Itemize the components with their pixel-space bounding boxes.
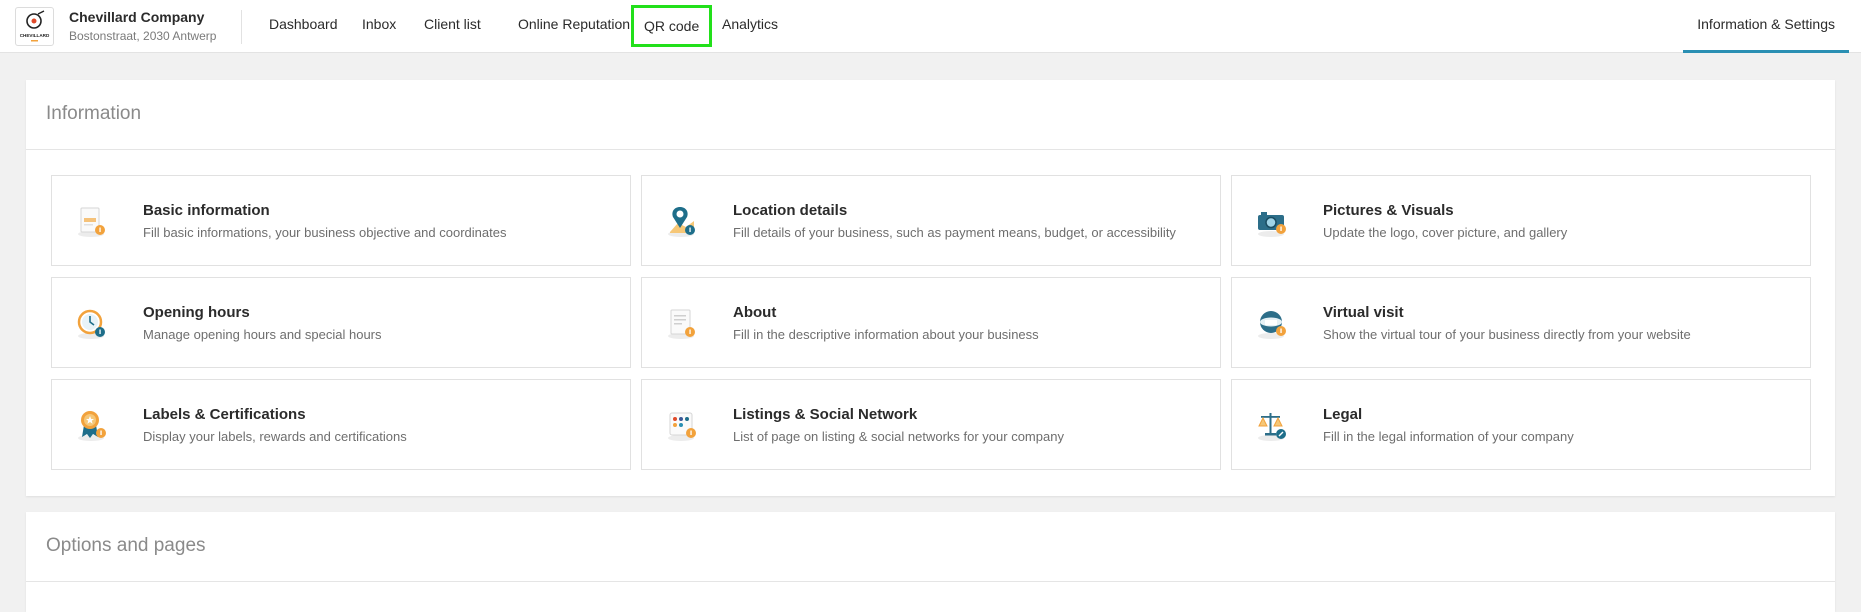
tab-information-settings-label: Information & Settings	[1697, 16, 1835, 32]
scales-icon	[1254, 407, 1290, 443]
company-switcher[interactable]: Chevillard Company Bostonstraat, 2030 An…	[69, 9, 239, 43]
social-listing-icon	[664, 407, 700, 443]
information-title: Information	[46, 103, 142, 124]
card-title: Basic information	[143, 202, 270, 219]
card-basic-information[interactable]: Basic information Fill basic information…	[51, 175, 631, 266]
nav-analytics[interactable]: Analytics	[707, 0, 793, 49]
header-divider	[241, 10, 242, 44]
card-title: About	[733, 304, 777, 321]
logo-target-icon: CHEVILLARD	[20, 10, 50, 42]
card-description: Fill in the legal information of your co…	[1323, 429, 1574, 444]
svg-text:CHEVILLARD: CHEVILLARD	[20, 33, 50, 38]
card-title: Pictures & Visuals	[1323, 202, 1454, 219]
card-title: Location details	[733, 202, 848, 219]
card-legal[interactable]: Legal Fill in the legal information of y…	[1231, 379, 1811, 470]
camera-icon	[1254, 203, 1290, 239]
top-navigation-bar: CHEVILLARD Chevillard Company Bostonstra…	[0, 0, 1861, 53]
card-labels-certifications[interactable]: Labels & Certifications Display your lab…	[51, 379, 631, 470]
nav-dashboard[interactable]: Dashboard	[254, 0, 353, 49]
card-title: Opening hours	[143, 304, 250, 321]
card-description: Fill in the descriptive information abou…	[733, 327, 1039, 342]
company-address: Bostonstraat, 2030 Antwerp	[69, 29, 217, 43]
document-text-icon	[664, 305, 700, 341]
card-title: Legal	[1323, 406, 1363, 423]
clock-icon	[74, 305, 110, 341]
award-badge-icon	[74, 407, 110, 443]
card-description: Fill basic informations, your business o…	[143, 225, 507, 240]
card-title: Labels & Certifications	[143, 406, 306, 423]
tab-information-settings[interactable]: Information & Settings	[1683, 0, 1849, 53]
card-virtual-visit[interactable]: Virtual visit Show the virtual tour of y…	[1231, 277, 1811, 368]
card-about[interactable]: About Fill in the descriptive informatio…	[641, 277, 1221, 368]
card-description: Fill details of your business, such as p…	[733, 225, 1176, 240]
company-name: Chevillard Company	[69, 9, 205, 25]
options-title: Options and pages	[46, 535, 206, 556]
document-info-icon	[74, 203, 110, 239]
card-description: List of page on listing & social network…	[733, 429, 1064, 444]
card-description: Show the virtual tour of your business d…	[1323, 327, 1691, 342]
information-panel: Information Basic information Fill basic…	[26, 80, 1835, 496]
nav-qr-code[interactable]: QR code	[631, 5, 713, 47]
panel-divider	[26, 149, 1835, 150]
card-title: Virtual visit	[1323, 304, 1404, 321]
location-pin-icon	[664, 203, 700, 239]
card-location-details[interactable]: Location details Fill details of your bu…	[641, 175, 1221, 266]
360-view-icon	[1254, 305, 1290, 341]
panel-divider	[26, 581, 1835, 582]
nav-online-reputation[interactable]: Online Reputation	[503, 0, 645, 49]
card-opening-hours[interactable]: Opening hours Manage opening hours and s…	[51, 277, 631, 368]
nav-client-list[interactable]: Client list	[409, 0, 496, 49]
nav-inbox[interactable]: Inbox	[347, 0, 411, 49]
card-description: Manage opening hours and special hours	[143, 327, 382, 342]
card-listings-social-network[interactable]: Listings & Social Network List of page o…	[641, 379, 1221, 470]
card-description: Display your labels, rewards and certifi…	[143, 429, 407, 444]
options-panel: Options and pages	[26, 512, 1835, 612]
card-title: Listings & Social Network	[733, 406, 918, 423]
card-description: Update the logo, cover picture, and gall…	[1323, 225, 1568, 240]
card-pictures-visuals[interactable]: Pictures & Visuals Update the logo, cove…	[1231, 175, 1811, 266]
active-tab-indicator	[1683, 50, 1849, 53]
company-logo[interactable]: CHEVILLARD	[15, 7, 54, 46]
